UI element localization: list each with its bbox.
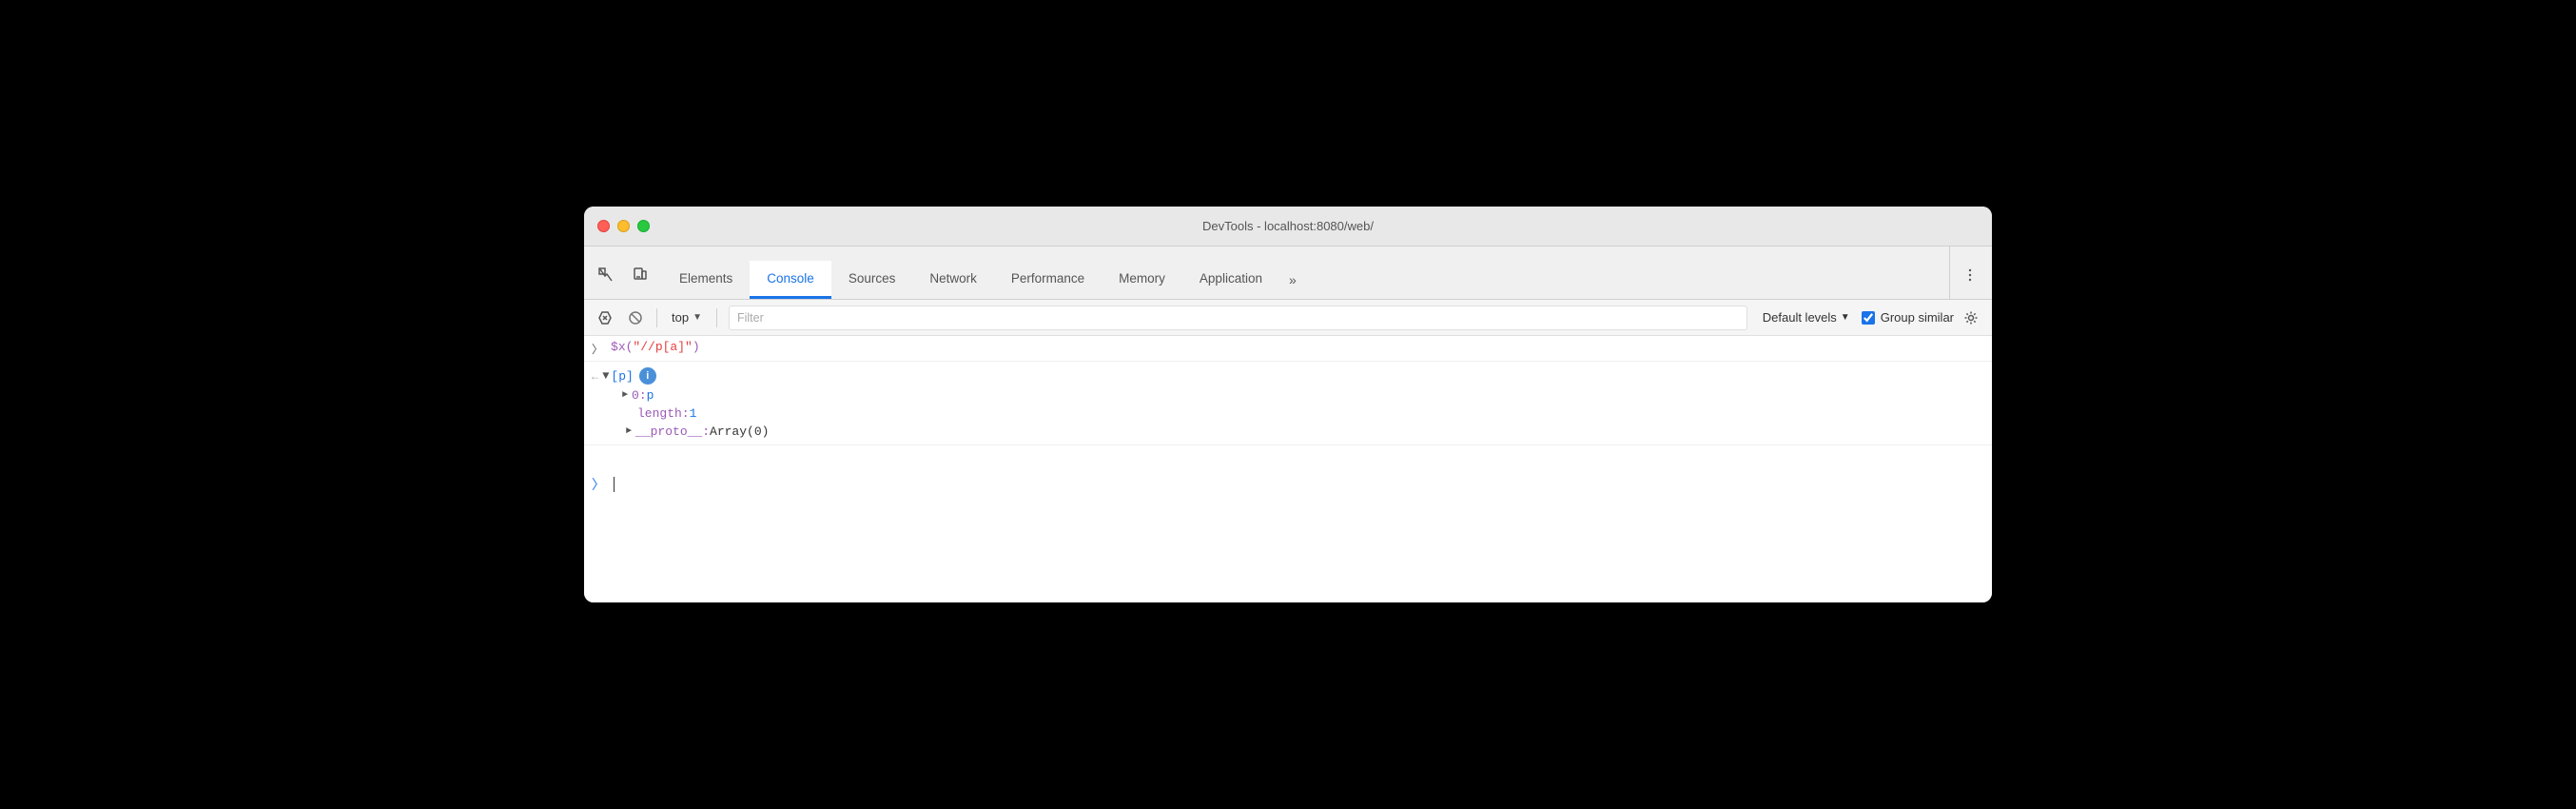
empty-line <box>584 445 1992 468</box>
input-arrow-icon: 〉 <box>592 340 603 357</box>
context-chevron-icon: ▼ <box>693 312 702 323</box>
tabs-right-icons <box>1956 261 1984 299</box>
proto-key: __proto__: <box>635 424 710 439</box>
item-key: 0: <box>632 388 647 403</box>
tab-performance[interactable]: Performance <box>994 261 1102 299</box>
filter-input[interactable] <box>729 306 1747 330</box>
array-item-0-row: ► 0: p <box>584 386 661 404</box>
console-output-block: ← ▼ [p] i ► 0: p length: 1 ► __proto__: … <box>584 362 1992 445</box>
tab-console[interactable]: Console <box>750 261 831 299</box>
titlebar: DevTools - localhost:8080/web/ <box>584 207 1992 247</box>
devtools-window: DevTools - localhost:8080/web/ Elements <box>584 207 1992 602</box>
device-icon[interactable] <box>626 261 654 289</box>
console-input-line: 〉 $x("//p[a]") <box>584 336 1992 362</box>
console-command: $x("//p[a]") <box>611 340 700 354</box>
item-expand-icon[interactable]: ► <box>622 390 628 401</box>
minimize-button[interactable] <box>617 220 630 232</box>
context-selector[interactable]: top ▼ <box>665 307 709 327</box>
code-string: "//p[a]" <box>633 340 692 354</box>
expand-icon[interactable]: ▼ <box>602 369 609 383</box>
tab-network[interactable]: Network <box>912 261 994 299</box>
cursor-input[interactable] <box>613 477 615 492</box>
tabs-bar: Elements Console Sources Network Perform… <box>584 247 1992 300</box>
back-arrow-icon: ← <box>592 369 598 384</box>
cursor-blink <box>614 477 615 492</box>
array-label: [p] <box>611 369 633 384</box>
console-output: 〉 $x("//p[a]") ← ▼ [p] i ► 0: p length: <box>584 336 1992 602</box>
toolbar-divider-2 <box>716 308 717 327</box>
console-settings-button[interactable] <box>1958 305 1984 331</box>
default-levels-button[interactable]: Default levels ▼ <box>1755 307 1858 327</box>
code-purple-text: $x( <box>611 340 633 354</box>
length-key: length: <box>637 406 690 421</box>
toolbar-divider <box>656 308 657 327</box>
tab-application[interactable]: Application <box>1182 261 1279 299</box>
levels-chevron-icon: ▼ <box>1841 312 1850 323</box>
code-paren-close: ) <box>693 340 700 354</box>
tab-elements[interactable]: Elements <box>662 261 750 299</box>
more-tabs-button[interactable]: » <box>1279 272 1306 299</box>
maximize-button[interactable] <box>637 220 650 232</box>
info-badge: i <box>639 367 656 385</box>
group-similar-checkbox-label[interactable]: Group similar <box>1862 310 1954 325</box>
devtools-toolbar-icons <box>592 261 654 299</box>
item-value: p <box>647 388 654 403</box>
close-button[interactable] <box>597 220 610 232</box>
block-icon[interactable] <box>622 305 649 331</box>
more-options-icon[interactable] <box>1956 261 1984 289</box>
length-value: 1 <box>690 406 697 421</box>
window-title: DevTools - localhost:8080/web/ <box>1202 219 1374 233</box>
length-row: length: 1 <box>584 404 704 423</box>
proto-value: Array(0) <box>710 424 769 439</box>
proto-expand-icon[interactable]: ► <box>626 426 632 437</box>
array-header-row: ← ▼ [p] i <box>584 365 664 386</box>
group-similar-checkbox[interactable] <box>1862 311 1875 325</box>
clear-console-button[interactable] <box>592 305 618 331</box>
prompt-arrow-icon: 〉 <box>592 474 605 494</box>
inspect-icon[interactable] <box>592 261 620 289</box>
tab-sources[interactable]: Sources <box>831 261 913 299</box>
console-toolbar: top ▼ Default levels ▼ Group similar <box>584 300 1992 336</box>
proto-row: ► __proto__: Array(0) <box>584 423 776 441</box>
context-select-value: top <box>672 310 689 325</box>
console-prompt-line[interactable]: 〉 <box>584 468 1992 500</box>
traffic-lights <box>597 220 650 232</box>
tabs-divider <box>1949 247 1950 299</box>
tab-memory[interactable]: Memory <box>1102 261 1182 299</box>
